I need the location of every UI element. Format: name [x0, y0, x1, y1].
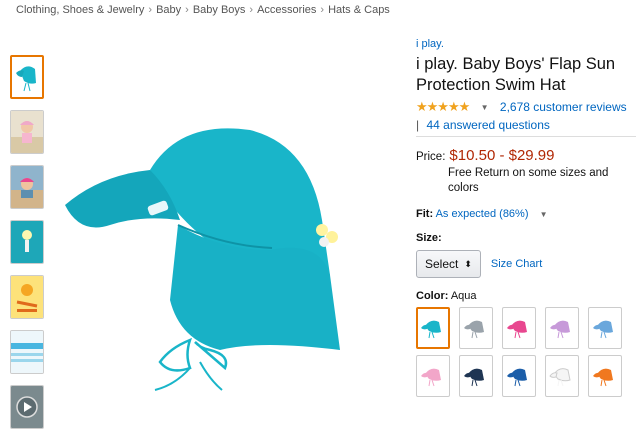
hat-swatch-icon: [593, 368, 613, 387]
hat-swatch-icon: [464, 368, 484, 387]
thumbnail-baby-water[interactable]: [10, 165, 44, 209]
qa-row: | 44 answered questions: [416, 118, 636, 138]
size-banner-icon: [11, 331, 43, 373]
price-label: Price:: [416, 151, 446, 164]
thumbnail-baby-beach[interactable]: [10, 110, 44, 154]
upf-chart-icon: [11, 276, 43, 318]
breadcrumb: Clothing, Shoes & Jewelry › Baby › Baby Boys…: [16, 4, 390, 16]
color-swatch[interactable]: [588, 307, 622, 350]
color-value: Aqua: [450, 290, 477, 303]
baby-beach-photo-icon: [11, 111, 43, 153]
image-thumbnail-strip: [10, 55, 46, 440]
breadcrumb-baby-boys[interactable]: Baby Boys: [193, 4, 246, 16]
breadcrumb-baby[interactable]: Baby: [156, 4, 181, 16]
color-swatch[interactable]: [459, 307, 493, 350]
thumbnail-video[interactable]: [10, 385, 44, 429]
fit-row: Fit: As expected (86%) ▼: [416, 208, 636, 220]
size-select-dropdown[interactable]: Select ⬍: [416, 250, 481, 279]
color-label: Color:: [416, 290, 449, 303]
size-select-text: Select: [425, 257, 459, 272]
thumbnail-size-banner[interactable]: [10, 330, 44, 374]
breadcrumb-sep: ›: [320, 4, 325, 16]
fit-value-link[interactable]: As expected (86%): [436, 208, 529, 220]
color-swatch[interactable]: [459, 355, 493, 398]
hat-front-icon: [16, 66, 36, 92]
rating-row: ★★★★★ ▼ 2,678 customer reviews: [416, 98, 636, 116]
size-row: Select ⬍ Size Chart: [416, 250, 636, 279]
breadcrumb-sep: ›: [185, 4, 189, 16]
hat-swatch-icon: [550, 320, 570, 339]
thumbnail-hat-tag[interactable]: [10, 220, 44, 264]
hat-tag-icon: [11, 221, 43, 263]
thumbnail-hat-front[interactable]: [10, 55, 44, 99]
breadcrumb-hats-caps[interactable]: Hats & Caps: [328, 4, 390, 16]
updown-arrows-icon: ⬍: [464, 258, 472, 269]
color-swatch[interactable]: [502, 355, 536, 398]
sun-hat-illustration: [65, 128, 340, 391]
brand-link[interactable]: i play.: [416, 38, 444, 50]
breadcrumb-clothing[interactable]: Clothing, Shoes & Jewelry: [16, 4, 144, 16]
thumbnail-upf-chart[interactable]: [10, 275, 44, 319]
customer-reviews-link[interactable]: 2,678 customer reviews: [500, 100, 627, 114]
breadcrumb-accessories[interactable]: Accessories: [257, 4, 316, 16]
color-swatch[interactable]: [502, 307, 536, 350]
answered-questions-link[interactable]: 44 answered questions: [426, 118, 549, 132]
fit-chevron-down-icon[interactable]: ▼: [540, 210, 548, 219]
price-value: $10.50 - $29.99: [449, 147, 555, 165]
color-swatch[interactable]: [588, 355, 622, 398]
price-row: Price: $10.50 - $29.99: [416, 147, 636, 164]
hat-swatch-icon: [507, 368, 527, 387]
product-title: i play. Baby Boys' Flap Sun Protection S…: [416, 55, 616, 94]
product-main-image[interactable]: [60, 100, 390, 400]
hat-swatch-icon: [421, 368, 441, 387]
product-info-panel: i play. i play. Baby Boys' Flap Sun Prot…: [416, 34, 636, 398]
color-swatch-grid: [416, 307, 636, 398]
color-swatch[interactable]: [545, 355, 579, 398]
video-play-icon: [11, 386, 43, 428]
hat-swatch-icon: [593, 320, 613, 339]
baby-water-photo-icon: [11, 166, 43, 208]
rating-chevron-down-icon[interactable]: ▼: [481, 103, 489, 112]
size-chart-link[interactable]: Size Chart: [491, 258, 542, 270]
hat-swatch-icon: [464, 320, 484, 339]
qa-separator: |: [416, 118, 420, 133]
hat-swatch-icon: [507, 320, 527, 339]
breadcrumb-sep: ›: [249, 4, 254, 16]
color-swatch[interactable]: [416, 307, 450, 350]
size-label: Size:: [416, 232, 442, 245]
hat-swatch-icon: [421, 320, 441, 339]
color-swatch[interactable]: [545, 307, 579, 350]
free-return-note: Free Return on some sizes and colors: [448, 167, 609, 195]
fit-label: Fit:: [416, 208, 434, 221]
color-row: Color: Aqua: [416, 290, 636, 302]
hat-swatch-icon: [549, 368, 571, 387]
breadcrumb-sep: ›: [148, 4, 153, 16]
star-rating-icon[interactable]: ★★★★★: [416, 99, 470, 114]
color-swatch[interactable]: [416, 355, 450, 398]
